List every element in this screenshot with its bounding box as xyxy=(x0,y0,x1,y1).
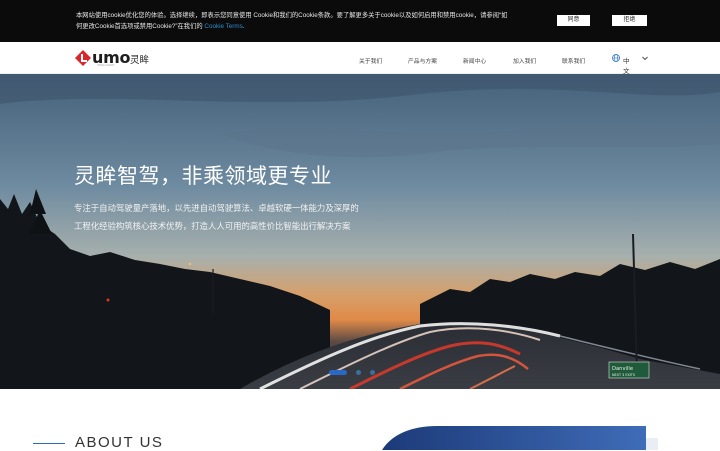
cookie-text-line2: 何更改Cookie首选项或禁用Cookie?”在我们的 xyxy=(76,23,203,30)
main-navbar: umo 灵眸 INTELLIGENT 关于我们 产品与方案 新闻中心 加入我们 … xyxy=(0,42,720,75)
cookie-terms-link[interactable]: Cookie Terms xyxy=(204,23,242,30)
cookie-banner: 本网站使用cookie优化您的体验。选择继续，即表示您同意使用 Cookie和我… xyxy=(0,0,720,42)
carousel-dot-2[interactable] xyxy=(356,370,361,375)
nav-item-news[interactable]: 新闻中心 xyxy=(463,56,486,65)
carousel-dot-3[interactable] xyxy=(370,370,375,375)
chevron-down-icon xyxy=(642,56,648,61)
sign-line1: Danville xyxy=(612,366,633,372)
about-image xyxy=(382,426,658,450)
hero-description: 专注于自动驾驶量产落地，以先进自动驾驶算法、卓越软硬一体能力及深厚的 工程化经验… xyxy=(74,199,404,235)
sign-line2: NEXT 3 EXITS xyxy=(612,373,635,377)
about-title: ABOUT US xyxy=(75,434,164,451)
hero-banner: Danville NEXT 3 EXITS 灵眸智驾，非乘领域更专业 专注于自动… xyxy=(0,74,720,389)
logo[interactable]: umo 灵眸 INTELLIGENT xyxy=(75,48,155,67)
cookie-message: 本网站使用cookie优化您的体验。选择继续，即表示您同意使用 Cookie和我… xyxy=(76,12,508,30)
language-label: 中文 xyxy=(623,58,630,75)
hero-title: 灵眸智驾，非乘领域更专业 xyxy=(74,165,332,188)
logo-chinese: 灵眸 xyxy=(130,55,150,66)
logo-mark-icon xyxy=(75,50,91,66)
nav-item-contact[interactable]: 联系我们 xyxy=(562,56,585,65)
about-accent-line xyxy=(33,443,65,444)
globe-icon xyxy=(612,54,620,62)
nav-item-careers[interactable]: 加入我们 xyxy=(513,56,536,65)
cookie-reject-button[interactable]: 拒绝 xyxy=(612,15,647,26)
logo-subtext: INTELLIGENT xyxy=(97,64,115,67)
cookie-text-line1: 本网站使用cookie优化您的体验。选择继续，即表示您同意使用 Cookie和我… xyxy=(76,12,508,19)
cookie-agree-button[interactable]: 同意 xyxy=(557,15,590,26)
hero-description-line2: 工程化经验构筑核心技术优势，打造人人可用的高性价比智能出行解决方案 xyxy=(74,221,351,231)
hero-description-line1: 专注于自动驾驶量产落地，以先进自动驾驶算法、卓越软硬一体能力及深厚的 xyxy=(74,203,359,213)
nav-item-about[interactable]: 关于我们 xyxy=(359,56,382,65)
carousel-dot-1[interactable] xyxy=(329,370,347,375)
nav-item-products[interactable]: 产品与方案 xyxy=(408,56,437,65)
